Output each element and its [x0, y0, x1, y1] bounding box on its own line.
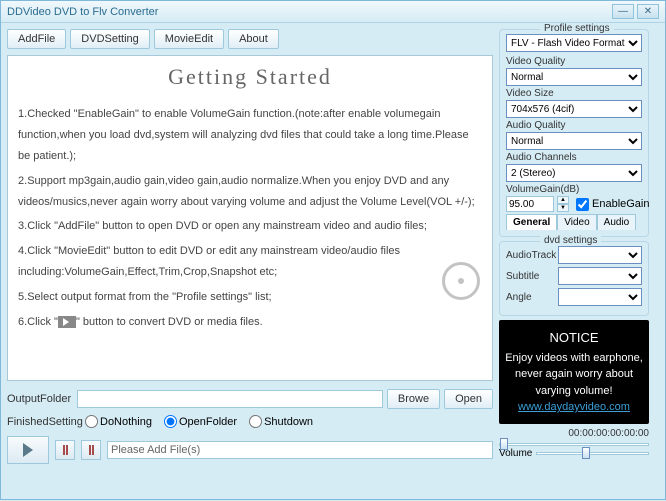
player-bar: [7, 436, 493, 464]
notice-body: Enjoy videos with earphone, never again …: [505, 350, 643, 400]
minimize-button[interactable]: —: [612, 4, 634, 19]
about-button[interactable]: About: [228, 29, 279, 49]
notice-title: NOTICE: [505, 328, 643, 348]
profile-settings-group: Profile settings FLV - Flash Video Forma…: [499, 29, 649, 237]
open-button[interactable]: Open: [444, 389, 493, 409]
finished-setting-row: FinishedSetting DoNothing OpenFolder Shu…: [7, 415, 493, 428]
video-quality-label: Video Quality: [506, 56, 642, 67]
video-quality-select[interactable]: Normal: [506, 68, 642, 86]
volumegain-label: VolumeGain(dB): [506, 184, 642, 195]
subtitle-label: Subtitle: [506, 271, 558, 282]
tab-audio[interactable]: Audio: [597, 214, 637, 230]
browse-button[interactable]: Browe: [387, 389, 440, 409]
dvdsetting-button[interactable]: DVDSetting: [70, 29, 149, 49]
output-folder-label: OutputFolder: [7, 393, 73, 405]
play-icon: [58, 316, 76, 328]
angle-label: Angle: [506, 292, 558, 303]
tab-general[interactable]: General: [506, 214, 557, 230]
tab-video[interactable]: Video: [557, 214, 596, 230]
play-button[interactable]: [7, 436, 49, 464]
play-icon: [23, 443, 33, 457]
audio-quality-label: Audio Quality: [506, 120, 642, 131]
video-size-label: Video Size: [506, 88, 642, 99]
main-toolbar: AddFile DVDSetting MovieEdit About: [7, 29, 493, 49]
content-heading: Getting Started: [18, 64, 482, 90]
volumegain-spinner[interactable]: ▲▼: [557, 196, 569, 212]
step-5: 5.Select output format from the "Profile…: [18, 287, 482, 308]
close-button[interactable]: ✕: [637, 4, 659, 19]
profile-group-title: Profile settings: [540, 23, 614, 34]
audiotrack-label: AudioTrack: [506, 250, 558, 261]
prev-button[interactable]: [55, 440, 75, 460]
audio-channels-label: Audio Channels: [506, 152, 642, 163]
output-folder-row: OutputFolder Browe Open: [7, 389, 493, 409]
audiotrack-select[interactable]: [558, 246, 642, 264]
audio-channels-select[interactable]: 2 (Stereo): [506, 164, 642, 182]
step-6: 6.Click "" button to convert DVD or medi…: [18, 312, 482, 333]
step-4: 4.Click "MovieEdit" button to edit DVD o…: [18, 241, 482, 283]
output-folder-input[interactable]: [77, 390, 383, 408]
movieedit-button[interactable]: MovieEdit: [154, 29, 224, 49]
next-button[interactable]: [81, 440, 101, 460]
step-3: 3.Click "AddFile" button to open DVD or …: [18, 216, 482, 237]
subtitle-select[interactable]: [558, 267, 642, 285]
radio-donothing[interactable]: [85, 415, 98, 428]
step-2: 2.Support mp3gain,audio gain,video gain,…: [18, 171, 482, 213]
step-1: 1.Checked "EnableGain" to enable VolumeG…: [18, 104, 482, 167]
window-title: DDVideo DVD to Flv Converter: [7, 6, 609, 18]
profile-format-select[interactable]: FLV - Flash Video Format: [506, 34, 642, 52]
angle-select[interactable]: [558, 288, 642, 306]
audio-quality-select[interactable]: Normal: [506, 132, 642, 150]
position-slider[interactable]: [499, 443, 649, 446]
instructions-list: 1.Checked "EnableGain" to enable VolumeG…: [18, 104, 482, 333]
status-text: [107, 441, 493, 459]
radio-shutdown[interactable]: [249, 415, 262, 428]
notice-panel: NOTICE Enjoy videos with earphone, never…: [499, 320, 649, 424]
film-reel-icon: [430, 262, 480, 312]
titlebar: DDVideo DVD to Flv Converter — ✕: [1, 1, 665, 23]
finished-setting-label: FinishedSetting: [7, 416, 79, 428]
notice-link[interactable]: www.daydayvideo.com: [518, 401, 630, 413]
volumegain-input[interactable]: [506, 196, 554, 212]
video-size-select[interactable]: 704x576 (4cif): [506, 100, 642, 118]
getting-started-panel: Getting Started 1.Checked "EnableGain" t…: [7, 55, 493, 381]
enablegain-checkbox[interactable]: [576, 198, 589, 211]
addfile-button[interactable]: AddFile: [7, 29, 66, 49]
dvd-settings-group: dvd settings AudioTrack Subtitle Angle: [499, 241, 649, 316]
app-window: DDVideo DVD to Flv Converter — ✕ AddFile…: [0, 0, 666, 500]
radio-openfolder[interactable]: [164, 415, 177, 428]
volume-slider[interactable]: [536, 452, 649, 455]
time-display: 00:00:00:00:00:00: [499, 428, 649, 439]
profile-tabs: General Video Audio: [506, 214, 642, 230]
dvd-group-title: dvd settings: [540, 235, 601, 246]
